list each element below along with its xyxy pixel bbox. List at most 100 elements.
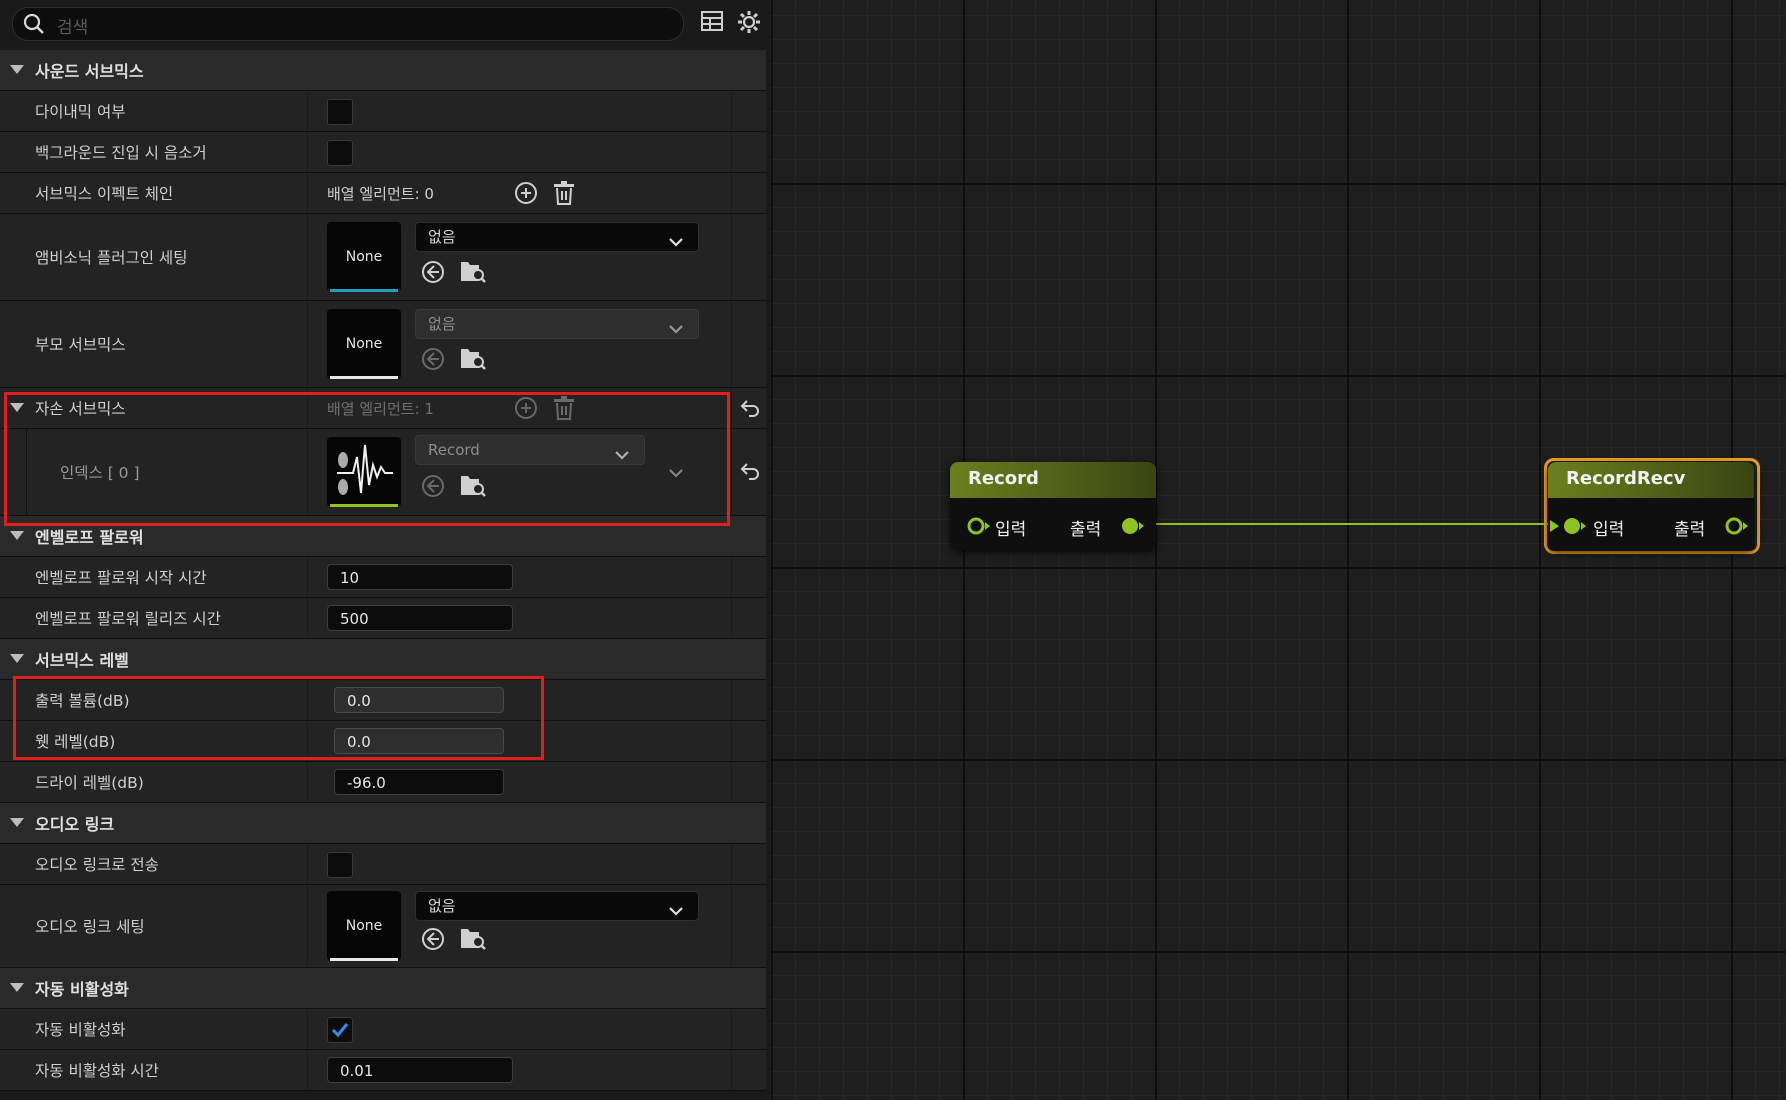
prop-label: 자동 비활성화: [35, 1021, 126, 1039]
reset-to-default-icon[interactable]: [739, 398, 761, 422]
category-envelope-follower[interactable]: 엔벨로프 팔로워: [0, 516, 766, 557]
prop-mute-background: 백그라운드 진입 시 음소거: [0, 132, 766, 173]
browse-folder-icon[interactable]: [459, 926, 487, 956]
input-pin-label: 입력: [995, 520, 1027, 540]
use-selected-icon[interactable]: [421, 927, 445, 955]
use-selected-icon[interactable]: [421, 474, 445, 502]
node-title: Record: [968, 468, 1039, 489]
reset-to-default-icon[interactable]: [739, 461, 761, 485]
mute-background-checkbox[interactable]: [327, 140, 353, 166]
wet-level-field[interactable]: 0.0: [334, 728, 504, 754]
graph-node-record[interactable]: Record 입력 출력: [950, 462, 1156, 550]
collapse-arrow-icon: [10, 983, 24, 992]
details-panel: 검색 사운드 서브믹스 다이내믹 여부 백그라운드 진입 시 음소거 서브믹스 …: [0, 0, 770, 1100]
prop-label: 드라이 레벨(dB): [35, 774, 144, 792]
release-time-field[interactable]: 500: [327, 605, 513, 631]
send-audio-link-checkbox[interactable]: [327, 852, 353, 878]
category-submix-level[interactable]: 서브믹스 레벨: [0, 639, 766, 680]
asset-thumbnail[interactable]: None: [327, 891, 401, 961]
prop-wet-level: 웻 레벨(dB) 0.0: [0, 721, 766, 762]
submix-waveform-thumbnail[interactable]: [327, 437, 401, 507]
browse-folder-icon[interactable]: [459, 473, 487, 503]
element-options-chevron-icon[interactable]: [668, 465, 684, 484]
trash-icon[interactable]: [553, 395, 575, 425]
chevron-down-icon: [614, 443, 630, 471]
input-pin-icon[interactable]: [966, 516, 992, 540]
chevron-down-icon: [668, 317, 684, 345]
prop-label: 출력 볼륨(dB): [35, 692, 130, 710]
settings-gear-icon[interactable]: [736, 9, 762, 39]
prop-parent-submix: 부모 서브믹스 None 없음: [0, 301, 766, 388]
prop-label: 백그라운드 진입 시 음소거: [35, 144, 207, 162]
output-pin-icon[interactable]: [1120, 516, 1146, 540]
prop-label: 오디오 링크로 전송: [35, 856, 159, 874]
dry-level-field[interactable]: -96.0: [334, 769, 504, 795]
table-view-icon[interactable]: [700, 9, 724, 37]
search-input[interactable]: 검색: [12, 7, 684, 41]
category-title: 서브믹스 레벨: [35, 651, 129, 670]
trash-icon[interactable]: [553, 180, 575, 210]
prop-auto-disable-time: 자동 비활성화 시간 0.01: [0, 1050, 766, 1091]
array-count: 배열 엘리먼트: 0: [327, 185, 434, 203]
prop-label: 엔벨로프 팔로워 시작 시간: [35, 569, 207, 587]
add-element-icon[interactable]: [514, 396, 538, 424]
output-pin-label: 출력: [1070, 520, 1102, 540]
output-pin-label: 출력: [1674, 520, 1706, 540]
input-pin-label: 입력: [1593, 520, 1625, 540]
input-pin-icon[interactable]: [1550, 516, 1590, 540]
checkmark-icon: [331, 1023, 349, 1038]
array-count: 배열 엘리먼트: 1: [327, 400, 434, 418]
prop-label: 자손 서브믹스: [35, 400, 126, 418]
browse-folder-icon[interactable]: [459, 259, 487, 289]
collapse-arrow-icon: [10, 654, 24, 663]
dynamic-checkbox[interactable]: [327, 99, 353, 125]
add-element-icon[interactable]: [514, 181, 538, 209]
prop-label: 앰비소닉 플러그인 세팅: [35, 249, 188, 267]
search-toolbar: 검색: [0, 0, 770, 48]
asset-combo[interactable]: 없음: [415, 309, 699, 339]
browse-folder-icon[interactable]: [459, 346, 487, 376]
prop-label: 웻 레벨(dB): [35, 733, 116, 751]
asset-thumbnail[interactable]: None: [327, 222, 401, 292]
prop-dry-level: 드라이 레벨(dB) -96.0: [0, 762, 766, 803]
prop-label: 자동 비활성화 시간: [35, 1062, 159, 1080]
use-selected-icon[interactable]: [421, 347, 445, 375]
category-title: 사운드 서브믹스: [35, 62, 144, 81]
prop-label: 다이내믹 여부: [35, 103, 126, 121]
output-volume-field[interactable]: 0.0: [334, 687, 504, 713]
prop-dynamic: 다이내믹 여부: [0, 91, 766, 132]
category-title: 엔벨로프 팔로워: [35, 528, 144, 547]
prop-audio-link-settings: 오디오 링크 세팅 None 없음: [0, 885, 766, 968]
category-sound-submix[interactable]: 사운드 서브믹스: [0, 50, 766, 91]
prop-output-volume: 출력 볼륨(dB) 0.0: [0, 680, 766, 721]
asset-combo[interactable]: 없음: [415, 222, 699, 252]
prop-child-index-0: 인덱스 [ 0 ] Record: [0, 429, 766, 516]
prop-label: 엔벨로프 팔로워 릴리즈 시간: [35, 610, 221, 628]
asset-combo[interactable]: 없음: [415, 891, 699, 921]
collapse-arrow-icon[interactable]: [10, 403, 24, 412]
prop-label: 서브믹스 이펙트 체인: [35, 185, 174, 203]
category-audio-link[interactable]: 오디오 링크: [0, 803, 766, 844]
use-selected-icon[interactable]: [421, 260, 445, 288]
submix-combo[interactable]: Record: [415, 435, 645, 465]
category-title: 자동 비활성화: [35, 980, 129, 999]
auto-disable-checkbox[interactable]: [327, 1017, 353, 1043]
submix-graph-canvas[interactable]: Record 입력 출력 RecordRecv 입력 출력: [770, 0, 1786, 1100]
category-title: 오디오 링크: [35, 815, 115, 834]
category-auto-disable[interactable]: 자동 비활성화: [0, 968, 766, 1009]
prop-label: 인덱스 [ 0 ]: [60, 464, 140, 482]
chevron-down-icon: [668, 230, 684, 258]
node-title: RecordRecv: [1566, 468, 1686, 489]
graph-node-recordrecv[interactable]: RecordRecv 입력 출력: [1548, 462, 1754, 550]
prop-label: 부모 서브믹스: [35, 336, 126, 354]
prop-envelope-release: 엔벨로프 팔로워 릴리즈 시간 500: [0, 598, 766, 639]
asset-thumbnail[interactable]: None: [327, 309, 401, 379]
collapse-arrow-icon: [10, 65, 24, 74]
collapse-arrow-icon: [10, 531, 24, 540]
auto-disable-time-field[interactable]: 0.01: [327, 1057, 513, 1083]
attack-time-field[interactable]: 10: [327, 564, 513, 590]
output-pin-icon[interactable]: [1724, 516, 1750, 540]
prop-envelope-attack: 엔벨로프 팔로워 시작 시간 10: [0, 557, 766, 598]
prop-auto-disable: 자동 비활성화: [0, 1009, 766, 1050]
collapse-arrow-icon: [10, 818, 24, 827]
